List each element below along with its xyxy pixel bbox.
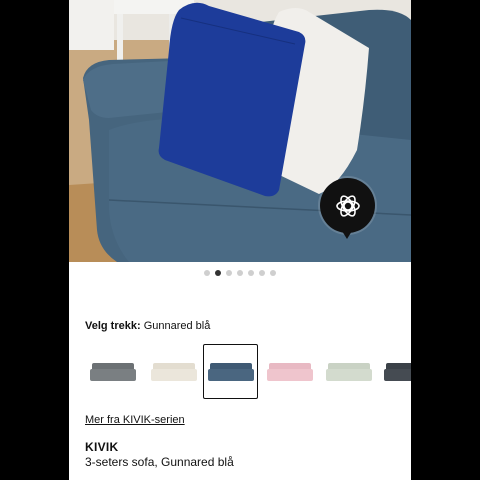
sofa-thumbnail-icon	[89, 362, 136, 381]
gallery-dot[interactable]	[237, 270, 243, 276]
sofa-thumbnail-icon	[383, 362, 411, 381]
gallery-dot[interactable]	[259, 270, 265, 276]
cover-swatch-list	[69, 344, 411, 402]
cover-label-prefix: Velg trekk:	[85, 320, 141, 332]
sofa-thumbnail-icon	[150, 362, 197, 381]
sofa-thumbnail-icon	[325, 362, 372, 381]
gallery-dot[interactable]	[226, 270, 232, 276]
view-in-room-button[interactable]	[320, 178, 375, 239]
cover-swatch-pink[interactable]	[262, 344, 317, 399]
sofa-thumbnail-icon	[266, 362, 313, 381]
series-link[interactable]: Mer fra KIVIK-serien	[85, 414, 185, 426]
gallery-dot-active[interactable]	[215, 270, 221, 276]
gallery-dot[interactable]	[204, 270, 210, 276]
augmented-reality-icon	[335, 194, 360, 217]
cover-swatch-dark-grey[interactable]	[379, 344, 411, 399]
product-name: KIVIK	[85, 440, 119, 454]
cover-selected-value: Gunnared blå	[143, 320, 211, 332]
gallery-dot[interactable]	[270, 270, 276, 276]
cover-selection-label: Velg trekk: Gunnared blå	[85, 320, 210, 332]
gallery-dot[interactable]	[248, 270, 254, 276]
cover-swatch-grey[interactable]	[85, 344, 140, 399]
cover-swatch-gunnared-blue[interactable]	[203, 344, 258, 399]
product-description: 3-seters sofa, Gunnared blå	[85, 455, 234, 469]
sofa-thumbnail-icon	[207, 362, 254, 381]
product-page: Velg trekk: Gunnared blå Mer fra KIVIK-s…	[69, 0, 411, 480]
product-image-gallery[interactable]	[69, 0, 411, 262]
cover-swatch-light-green[interactable]	[321, 344, 376, 399]
cover-swatch-beige[interactable]	[146, 344, 201, 399]
gallery-pagination[interactable]	[69, 266, 411, 280]
